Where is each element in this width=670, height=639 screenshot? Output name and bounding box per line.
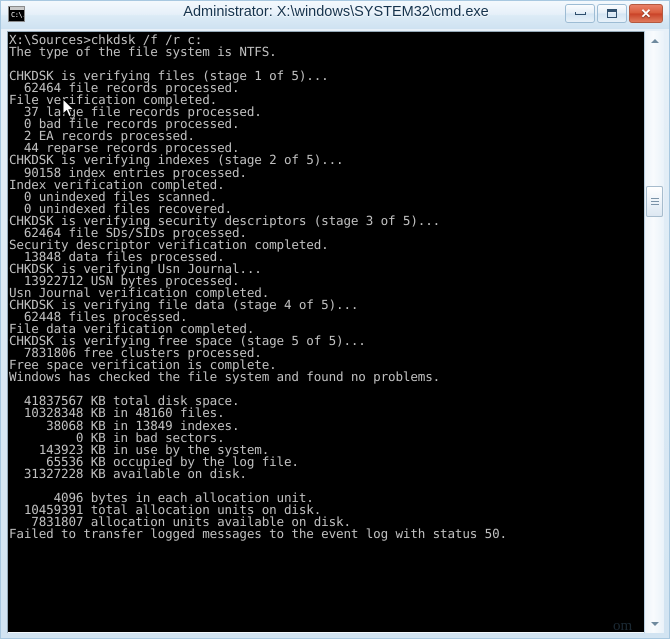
cmd-window: C:\. Administrator: X:\windows\SYSTEM32\… <box>0 0 670 639</box>
scroll-thumb[interactable] <box>646 186 663 217</box>
console-vertical-scrollbar[interactable] <box>644 31 664 633</box>
console-icon: C:\. <box>8 6 25 22</box>
chevron-down-icon <box>650 621 659 626</box>
close-icon: ✕ <box>640 6 652 21</box>
close-button[interactable]: ✕ <box>629 4 663 23</box>
console-text: X:\Sources>chkdsk /f /r c: The type of t… <box>9 32 507 541</box>
watermark-text: om <box>613 618 633 634</box>
minimize-button[interactable] <box>565 4 595 23</box>
chevron-up-icon <box>650 38 659 43</box>
maximize-button[interactable] <box>597 4 627 23</box>
scroll-up-arrow-icon[interactable] <box>646 32 663 49</box>
scroll-thumb-grip-icon <box>650 198 659 205</box>
console-icon-prompt: C:\. <box>11 11 25 19</box>
minimize-icon <box>574 12 586 15</box>
maximize-icon <box>607 9 617 18</box>
window-titlebar[interactable]: C:\. Administrator: X:\windows\SYSTEM32\… <box>1 1 669 29</box>
console-icon-titlestrip <box>10 7 24 10</box>
scroll-down-arrow-icon[interactable] <box>646 615 663 632</box>
console-output-area[interactable]: X:\Sources>chkdsk /f /r c: The type of t… <box>7 31 664 633</box>
